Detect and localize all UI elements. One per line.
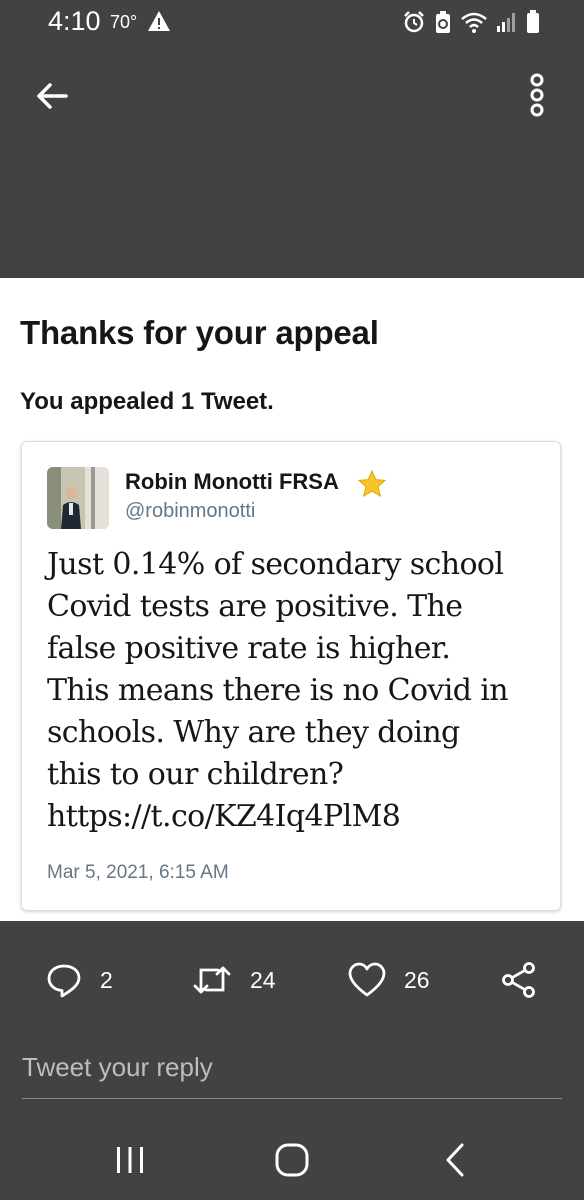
reply-button[interactable]: 2 xyxy=(46,960,113,1000)
reply-count: 2 xyxy=(100,966,113,993)
appeal-subtitle: You appealed 1 Tweet. xyxy=(20,388,274,415)
signal-icon xyxy=(497,13,515,32)
share-button[interactable] xyxy=(500,960,538,1000)
tweet-author-name[interactable]: Robin Monotti FRSA xyxy=(125,469,339,495)
status-time: 4:10 xyxy=(48,6,101,36)
appeal-sheet: Thanks for your appeal You appealed 1 Tw… xyxy=(0,278,584,921)
status-temperature: 70° xyxy=(110,12,138,32)
reply-icon xyxy=(47,964,81,998)
warning-icon xyxy=(148,11,170,31)
battery-saver-icon xyxy=(436,11,450,33)
tweet-author-handle[interactable]: @robinmonotti xyxy=(125,500,255,523)
heart-icon xyxy=(348,962,386,997)
avatar[interactable] xyxy=(47,467,109,529)
like-count: 26 xyxy=(404,966,430,993)
more-options-icon[interactable] xyxy=(522,72,552,118)
reply-placeholder: Tweet your reply xyxy=(22,1052,213,1082)
reply-input[interactable]: Tweet your reply xyxy=(22,1048,562,1099)
wifi-icon xyxy=(461,12,487,33)
tweet-text: Just 0.14% of secondary school Covid tes… xyxy=(47,547,509,834)
retweet-button[interactable]: 24 xyxy=(192,960,276,1000)
retweet-count: 24 xyxy=(250,966,276,993)
tweet-timestamp: Mar 5, 2021, 6:15 AM xyxy=(47,862,229,883)
alarm-icon xyxy=(404,11,424,33)
home-icon[interactable] xyxy=(270,1138,314,1182)
share-icon xyxy=(502,962,535,998)
page-title: Thanks for your appeal xyxy=(20,314,379,351)
status-bar: 4:10 70° xyxy=(0,0,584,48)
like-button[interactable]: 26 xyxy=(348,960,430,1000)
retweet-icon xyxy=(193,966,231,994)
tweet-actions-bar: 2 24 26 xyxy=(0,940,584,1020)
recent-apps-icon[interactable] xyxy=(108,1138,152,1182)
battery-icon xyxy=(527,10,539,33)
tweet-card[interactable]: Robin Monotti FRSA @robinmonotti Just 0.… xyxy=(21,441,561,911)
system-nav-bar xyxy=(0,1120,584,1200)
back-arrow-icon[interactable] xyxy=(32,76,72,116)
back-nav-icon[interactable] xyxy=(434,1138,478,1182)
star-icon xyxy=(357,469,387,498)
